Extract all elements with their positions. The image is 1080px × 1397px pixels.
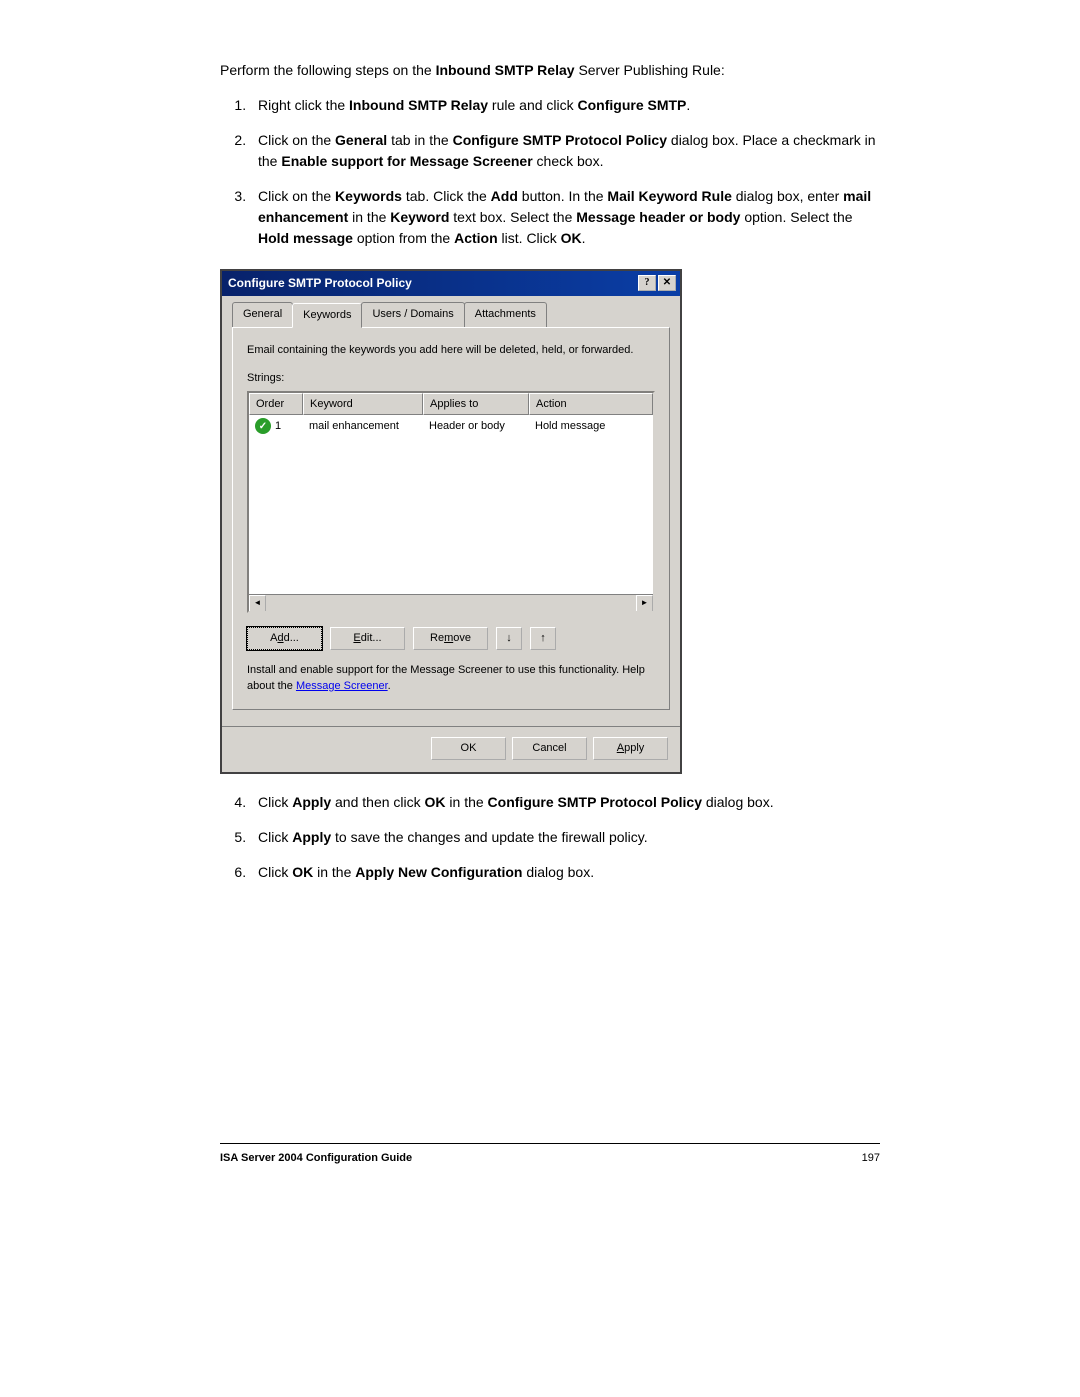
remove-button[interactable]: Remove xyxy=(413,627,488,650)
step-3: Click on the Keywords tab. Click the Add… xyxy=(250,186,880,249)
col-applies-to[interactable]: Applies to xyxy=(423,393,529,416)
strings-label: Strings: xyxy=(247,370,655,387)
step-2: Click on the General tab in the Configur… xyxy=(250,130,880,172)
message-screener-link[interactable]: Message Screener xyxy=(296,680,388,692)
dialog-footer: OK Cancel Apply xyxy=(222,726,680,772)
col-action[interactable]: Action xyxy=(529,393,653,416)
tab-attachments[interactable]: Attachments xyxy=(464,302,547,327)
cell-applies: Header or body xyxy=(423,418,529,435)
tab-panel-keywords: Email containing the keywords you add he… xyxy=(232,327,670,710)
scroll-right-icon[interactable]: ► xyxy=(636,595,653,612)
step-list: Right click the Inbound SMTP Relay rule … xyxy=(250,95,880,249)
tabs: General Keywords Users / Domains Attachm… xyxy=(232,302,670,327)
scroll-left-icon[interactable]: ◄ xyxy=(249,595,266,612)
cancel-button[interactable]: Cancel xyxy=(512,737,587,760)
step-4: Click Apply and then click OK in the Con… xyxy=(250,792,880,813)
close-button[interactable]: ✕ xyxy=(658,275,676,291)
page-content: Perform the following steps on the Inbou… xyxy=(220,60,880,883)
edit-button[interactable]: Edit... xyxy=(330,627,405,650)
step-6: Click OK in the Apply New Configuration … xyxy=(250,862,880,883)
dialog-body: General Keywords Users / Domains Attachm… xyxy=(222,296,680,720)
dialog-title: Configure SMTP Protocol Policy xyxy=(228,274,412,292)
ok-button[interactable]: OK xyxy=(431,737,506,760)
panel-description: Email containing the keywords you add he… xyxy=(247,342,655,359)
listview-header: Order Keyword Applies to Action xyxy=(249,393,653,416)
intro-pre: Perform the following steps on the xyxy=(220,62,432,78)
step-5: Click Apply to save the changes and upda… xyxy=(250,827,880,848)
intro-tail: Server Publishing Rule: xyxy=(578,62,724,78)
tab-keywords[interactable]: Keywords xyxy=(292,303,362,328)
horizontal-scrollbar[interactable]: ◄ ► xyxy=(249,594,653,611)
cell-keyword: mail enhancement xyxy=(303,418,423,435)
listview-button-row: Add... Edit... Remove ↓ ↑ xyxy=(247,627,655,650)
step-1: Right click the Inbound SMTP Relay rule … xyxy=(250,95,880,116)
help-button[interactable]: ? xyxy=(638,275,656,291)
page-number: 197 xyxy=(862,1150,880,1167)
keywords-listview[interactable]: Order Keyword Applies to Action ✓ 1 mail… xyxy=(247,391,655,613)
tab-users-domains[interactable]: Users / Domains xyxy=(361,302,464,327)
smtp-policy-dialog: Configure SMTP Protocol Policy ? ✕ Gener… xyxy=(220,269,682,774)
intro-bold: Inbound SMTP Relay xyxy=(436,62,575,78)
tab-general[interactable]: General xyxy=(232,302,293,327)
intro-paragraph: Perform the following steps on the Inbou… xyxy=(220,60,880,81)
cell-order: ✓ 1 xyxy=(249,418,303,435)
page-footer: ISA Server 2004 Configuration Guide 197 xyxy=(220,1143,880,1167)
step-list-continued: Click Apply and then click OK in the Con… xyxy=(250,792,880,883)
dialog-titlebar: Configure SMTP Protocol Policy ? ✕ xyxy=(222,271,680,296)
check-icon: ✓ xyxy=(255,418,271,434)
footnote: Install and enable support for the Messa… xyxy=(247,662,655,695)
col-keyword[interactable]: Keyword xyxy=(303,393,423,416)
move-down-button[interactable]: ↓ xyxy=(496,627,522,650)
add-button[interactable]: Add... xyxy=(247,627,322,650)
col-order[interactable]: Order xyxy=(249,393,303,416)
cell-action: Hold message xyxy=(529,418,653,435)
titlebar-buttons: ? ✕ xyxy=(638,275,676,291)
move-up-button[interactable]: ↑ xyxy=(530,627,556,650)
table-row[interactable]: ✓ 1 mail enhancement Header or body Hold… xyxy=(249,415,653,438)
footer-title: ISA Server 2004 Configuration Guide xyxy=(220,1150,412,1167)
apply-button[interactable]: Apply xyxy=(593,737,668,760)
